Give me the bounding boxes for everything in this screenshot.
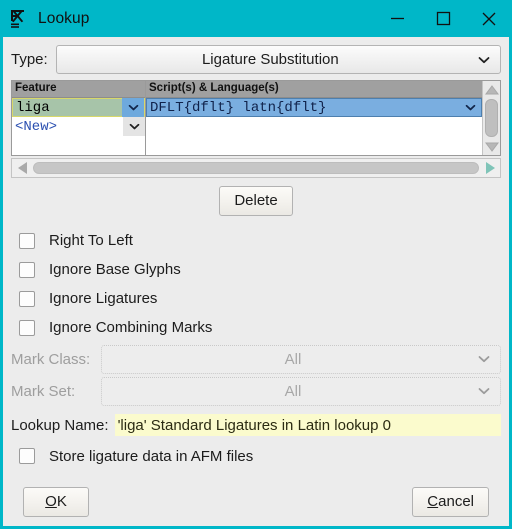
checkbox-right-to-left[interactable]: Right To Left — [19, 226, 501, 255]
scripts-cell-value: DFLT{dflt} latn{dflt} — [150, 99, 327, 116]
type-row: Type: Ligature Substitution — [11, 37, 501, 76]
lookup-name-label: Lookup Name: — [11, 416, 109, 434]
chevron-down-icon — [478, 388, 490, 395]
scroll-thumb[interactable] — [33, 162, 479, 174]
mark-class-value: All — [284, 350, 302, 368]
lookup-name-input[interactable] — [114, 414, 501, 436]
scripts-column-header: Script(s) & Language(s) — [146, 81, 482, 98]
scroll-track[interactable] — [33, 162, 479, 174]
mark-set-value: All — [284, 382, 302, 400]
chevron-down-icon — [129, 123, 139, 130]
table-row[interactable]: liga — [12, 98, 145, 117]
cancel-accelerator: C — [427, 493, 439, 510]
dialog-footer: OK Cancel — [3, 482, 509, 526]
scripts-column-empty-area — [146, 117, 482, 155]
feature-cell-value: liga — [16, 99, 50, 116]
maximize-button[interactable] — [420, 0, 466, 37]
scroll-thumb[interactable] — [485, 99, 498, 137]
triangle-down-icon — [484, 142, 499, 152]
checkbox-label: Right To Left — [49, 232, 133, 249]
maximize-icon — [436, 11, 450, 26]
feature-row-dropdown[interactable] — [122, 98, 144, 117]
ok-label-rest: K — [56, 493, 67, 510]
table-row[interactable]: DFLT{dflt} latn{dflt} — [146, 98, 482, 117]
fontforge-icon — [11, 9, 24, 28]
type-label: Type: — [11, 51, 48, 68]
mark-class-dropdown: All — [101, 344, 501, 374]
feature-row-dropdown[interactable] — [123, 117, 145, 136]
lookup-type-value: Ligature Substitution — [201, 51, 339, 68]
ok-button[interactable]: OK — [23, 487, 89, 517]
checkbox-box[interactable] — [19, 232, 35, 249]
feature-column-empty-area — [12, 136, 145, 155]
close-button[interactable] — [466, 0, 512, 37]
checkbox-label: Ignore Base Glyphs — [49, 261, 181, 278]
checkbox-ignore-base-glyphs[interactable]: Ignore Base Glyphs — [19, 255, 501, 284]
scroll-down-button[interactable] — [484, 140, 500, 153]
scroll-up-button[interactable] — [484, 83, 500, 96]
checkbox-box[interactable] — [19, 290, 35, 307]
scroll-left-button[interactable] — [14, 160, 30, 176]
window-title: Lookup — [38, 9, 90, 27]
dialog-body: Type: Ligature Substitution Feature liga — [3, 37, 509, 482]
checkbox-box[interactable] — [19, 261, 35, 278]
table-columns: Feature liga <New> Script(s) & Language(… — [12, 81, 482, 155]
mark-class-label: Mark Class: — [11, 350, 91, 368]
triangle-right-icon — [485, 162, 495, 174]
table-row[interactable]: <New> — [12, 117, 145, 136]
cancel-button[interactable]: Cancel — [412, 487, 489, 517]
feature-column-header: Feature — [12, 81, 145, 98]
lookup-name-row: Lookup Name: — [11, 412, 501, 438]
feature-script-table: Feature liga <New> Script(s) & Language(… — [11, 80, 501, 156]
flags-group: Right To Left Ignore Base Glyphs Ignore … — [11, 226, 501, 342]
minimize-icon — [390, 17, 404, 20]
checkbox-box[interactable] — [19, 448, 35, 464]
chevron-down-icon — [478, 56, 490, 63]
checkbox-store-afm[interactable]: Store ligature data in AFM files — [11, 442, 501, 470]
triangle-up-icon — [484, 84, 499, 94]
ok-accelerator: O — [45, 493, 57, 510]
delete-button[interactable]: Delete — [219, 186, 293, 216]
table-vertical-scrollbar[interactable] — [482, 81, 500, 155]
feature-column: Feature liga <New> — [12, 81, 146, 155]
mark-class-row: Mark Class: All — [11, 344, 501, 374]
window-controls — [374, 0, 512, 37]
chevron-down-icon — [465, 104, 475, 111]
chevron-down-icon — [478, 356, 490, 363]
checkbox-label: Store ligature data in AFM files — [49, 447, 254, 465]
lookup-dialog-window: Lookup Type: Ligature Substitution Featu… — [0, 0, 512, 529]
cancel-label-rest: ancel — [438, 493, 474, 510]
table-horizontal-scrollbar[interactable] — [11, 158, 501, 178]
checkbox-ignore-ligatures[interactable]: Ignore Ligatures — [19, 284, 501, 313]
checkbox-label: Ignore Ligatures — [49, 290, 158, 307]
delete-row: Delete — [11, 186, 501, 216]
mark-set-dropdown: All — [101, 376, 501, 406]
lookup-type-dropdown[interactable]: Ligature Substitution — [55, 45, 501, 74]
checkbox-box[interactable] — [19, 319, 35, 336]
triangle-left-icon — [17, 162, 27, 174]
feature-cell-value: <New> — [15, 118, 58, 135]
mark-set-label: Mark Set: — [11, 382, 76, 400]
checkbox-label: Ignore Combining Marks — [49, 319, 213, 336]
minimize-button[interactable] — [374, 0, 420, 37]
scroll-right-button[interactable] — [482, 160, 498, 176]
scripts-column: Script(s) & Language(s) DFLT{dflt} latn{… — [146, 81, 482, 155]
scripts-row-dropdown[interactable] — [459, 98, 481, 117]
checkbox-ignore-combining-marks[interactable]: Ignore Combining Marks — [19, 313, 501, 342]
chevron-down-icon — [128, 104, 138, 111]
title-bar: Lookup — [0, 0, 512, 37]
mark-set-row: Mark Set: All — [11, 376, 501, 406]
close-icon — [482, 12, 496, 25]
